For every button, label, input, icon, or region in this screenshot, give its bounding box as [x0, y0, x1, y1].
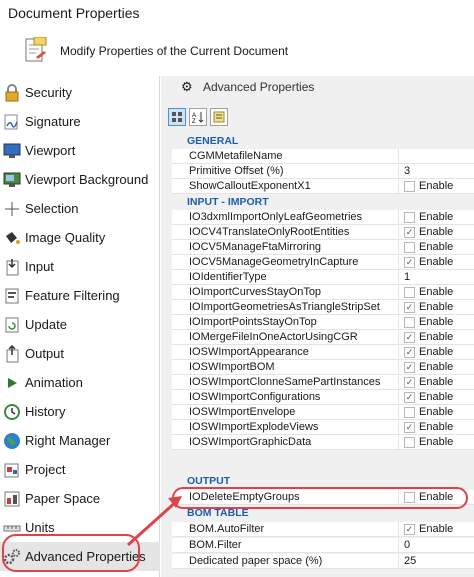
annotation-arrow	[126, 496, 182, 547]
